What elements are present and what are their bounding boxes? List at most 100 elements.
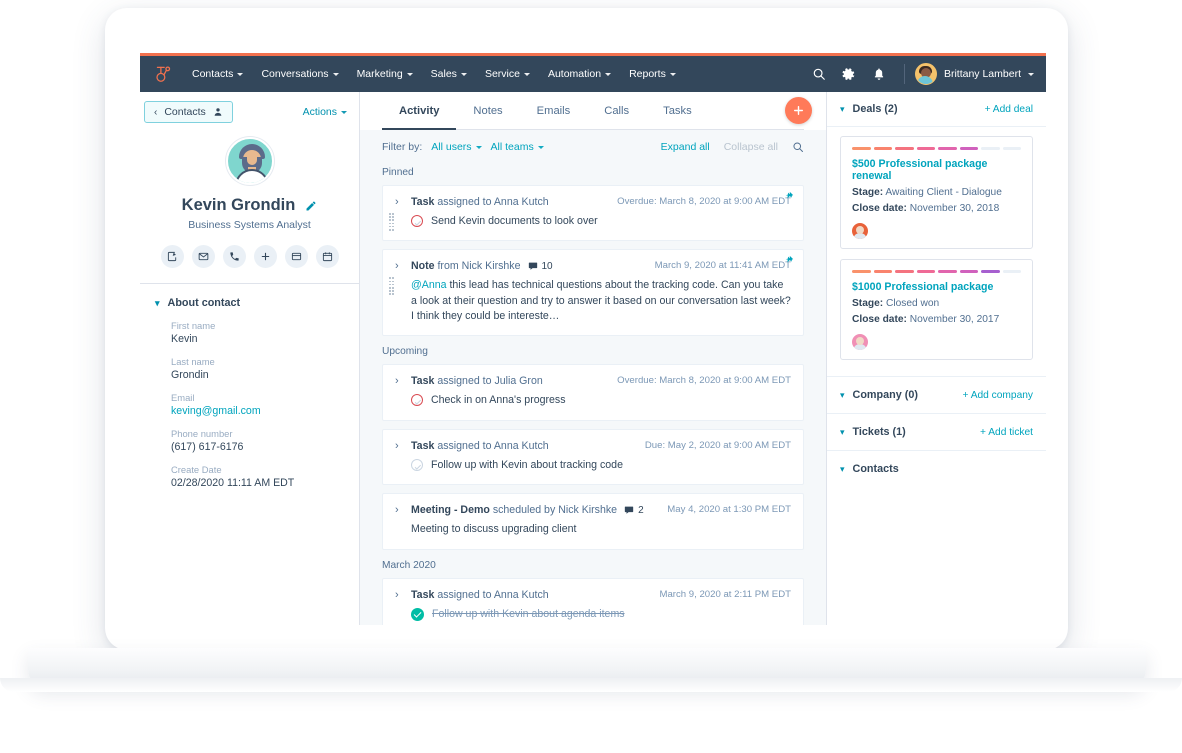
field-value[interactable]: (617) 617-6176: [171, 441, 359, 453]
nav-item-conversations[interactable]: Conversations: [252, 62, 347, 86]
deal-title[interactable]: $500 Professional package renewal: [852, 158, 1021, 182]
chevron-down-icon[interactable]: ▾: [840, 464, 845, 475]
chevron-down-icon[interactable]: ▾: [840, 104, 845, 115]
user-menu[interactable]: Brittany Lambert: [915, 63, 1034, 85]
timeline-item-note-pinned[interactable]: › Note from Nick Kirshke 10 M: [382, 249, 804, 336]
tab-label: Calls: [604, 105, 629, 117]
nav-item-automation[interactable]: Automation: [539, 62, 620, 86]
nav-menu: Contacts Conversations Marketing Sales S…: [183, 62, 685, 86]
add-company-button[interactable]: + Add company: [962, 390, 1033, 401]
field-label: Phone number: [171, 428, 359, 439]
field-value[interactable]: 02/28/2020 11:11 AM EDT: [171, 477, 359, 489]
deal-stage-label: Stage:: [852, 298, 883, 309]
bell-icon[interactable]: [864, 59, 894, 89]
deal-stage-value: Closed won: [886, 298, 939, 309]
add-deal-button[interactable]: + Add deal: [985, 104, 1033, 115]
chevron-down-icon[interactable]: ▾: [840, 390, 845, 401]
pencil-icon[interactable]: [305, 200, 317, 212]
timeline-item-title: Note from Nick Kirshke: [411, 260, 521, 272]
back-to-contacts-button[interactable]: ‹ Contacts: [144, 101, 233, 123]
expand-chevron-icon[interactable]: ›: [395, 589, 411, 601]
nav-item-marketing[interactable]: Marketing: [348, 62, 422, 86]
company-section[interactable]: ▾ Company (0) + Add company: [827, 376, 1046, 413]
comment-count[interactable]: 2: [624, 505, 644, 516]
expand-chevron-icon[interactable]: ›: [395, 375, 411, 387]
deal-stage-progress: [852, 147, 1021, 150]
about-contact-toggle[interactable]: ▾ About contact: [155, 297, 359, 309]
timeline-item-task-julia[interactable]: › Task assigned to Julia Gron Overdue: M…: [382, 364, 804, 420]
search-icon[interactable]: [792, 141, 804, 153]
deal-stage-segment: [1003, 270, 1022, 273]
filter-teams-dropdown[interactable]: All teams: [491, 141, 544, 153]
deal-stage-segment: [1003, 147, 1022, 150]
note-icon[interactable]: [161, 245, 184, 268]
deal-owner-avatar[interactable]: [852, 223, 868, 239]
search-icon[interactable]: [804, 59, 834, 89]
chevron-down-icon: [670, 73, 676, 76]
nav-item-service[interactable]: Service: [476, 62, 539, 86]
chevron-down-icon[interactable]: ▾: [840, 427, 845, 438]
tab-calls[interactable]: Calls: [587, 92, 646, 130]
gear-icon[interactable]: [834, 59, 864, 89]
field-value[interactable]: Grondin: [171, 369, 359, 381]
deal-card[interactable]: $1000 Professional package Stage: Closed…: [840, 259, 1033, 360]
tab-emails[interactable]: Emails: [520, 92, 588, 130]
deal-stage: Stage: Closed won: [852, 298, 1021, 309]
meeting-icon[interactable]: [316, 245, 339, 268]
contacts-section[interactable]: ▾ Contacts: [827, 450, 1046, 487]
deal-stage-segment: [938, 147, 957, 150]
call-icon[interactable]: [223, 245, 246, 268]
deal-title[interactable]: $1000 Professional package: [852, 281, 1021, 293]
timeline-item-task-pinned[interactable]: › Task assigned to Anna Kutch Overdue: M…: [382, 185, 804, 241]
actions-dropdown[interactable]: Actions: [303, 106, 347, 118]
field-value[interactable]: keving@gmail.com: [171, 405, 359, 417]
drag-handle[interactable]: [389, 277, 394, 296]
pin-icon[interactable]: [784, 191, 794, 201]
deals-list: $500 Professional package renewal Stage:…: [827, 127, 1046, 376]
tab-notes[interactable]: Notes: [456, 92, 519, 130]
timeline-item-meeting-demo[interactable]: › Meeting - Demo scheduled by Nick Kirsh…: [382, 493, 804, 549]
pin-icon[interactable]: [784, 255, 794, 265]
nav-right-cluster: Brittany Lambert: [804, 59, 1046, 89]
tab-activity[interactable]: Activity: [382, 92, 456, 130]
expand-chevron-icon[interactable]: ›: [395, 260, 411, 272]
add-activity-button[interactable]: [785, 97, 812, 124]
nav-item-sales[interactable]: Sales: [422, 62, 476, 86]
tickets-section[interactable]: ▾ Tickets (1) + Add ticket: [827, 413, 1046, 450]
filter-bar-right: Expand all Collapse all: [661, 141, 804, 153]
deal-card[interactable]: $500 Professional package renewal Stage:…: [840, 136, 1033, 249]
field-label: First name: [171, 320, 359, 331]
filter-users-dropdown[interactable]: All users: [431, 141, 481, 153]
nav-divider: [904, 64, 905, 84]
chevron-down-icon: [538, 146, 544, 149]
collapse-all-button[interactable]: Collapse all: [724, 141, 778, 153]
nav-item-reports[interactable]: Reports: [620, 62, 685, 86]
timeline-item-task-anna[interactable]: › Task assigned to Anna Kutch Due: May 2…: [382, 429, 804, 485]
task-checkbox-overdue-icon[interactable]: [411, 394, 423, 406]
task-checkbox-icon[interactable]: [411, 459, 423, 471]
task-checkbox-completed-icon[interactable]: [411, 608, 424, 621]
expand-all-button[interactable]: Expand all: [661, 141, 710, 153]
company-section-title: Company (0): [853, 389, 918, 401]
drag-handle[interactable]: [389, 213, 394, 232]
timeline-item-task-completed[interactable]: › Task assigned to Anna Kutch March 9, 2…: [382, 578, 804, 625]
deal-owner-avatar[interactable]: [852, 334, 868, 350]
screenshot-stage: Contacts Conversations Marketing Sales S…: [0, 0, 1182, 753]
field-value[interactable]: Kevin: [171, 333, 359, 345]
person-icon: [213, 107, 223, 117]
hubspot-sprocket-icon[interactable]: [149, 63, 177, 85]
plus-icon[interactable]: [254, 245, 277, 268]
deal-stage-segment: [874, 147, 893, 150]
nav-item-contacts[interactable]: Contacts: [183, 62, 252, 86]
timeline-item-date: Overdue: March 8, 2020 at 9:00 AM EDT: [607, 196, 791, 207]
expand-chevron-icon[interactable]: ›: [395, 504, 411, 516]
expand-chevron-icon[interactable]: ›: [395, 196, 411, 208]
task-icon[interactable]: [285, 245, 308, 268]
tab-tasks[interactable]: Tasks: [646, 92, 709, 130]
task-checkbox-overdue-icon[interactable]: [411, 215, 423, 227]
add-ticket-button[interactable]: + Add ticket: [980, 427, 1033, 438]
email-icon[interactable]: [192, 245, 215, 268]
mention[interactable]: @Anna: [411, 279, 447, 291]
expand-chevron-icon[interactable]: ›: [395, 440, 411, 452]
comment-count[interactable]: 10: [528, 261, 553, 272]
